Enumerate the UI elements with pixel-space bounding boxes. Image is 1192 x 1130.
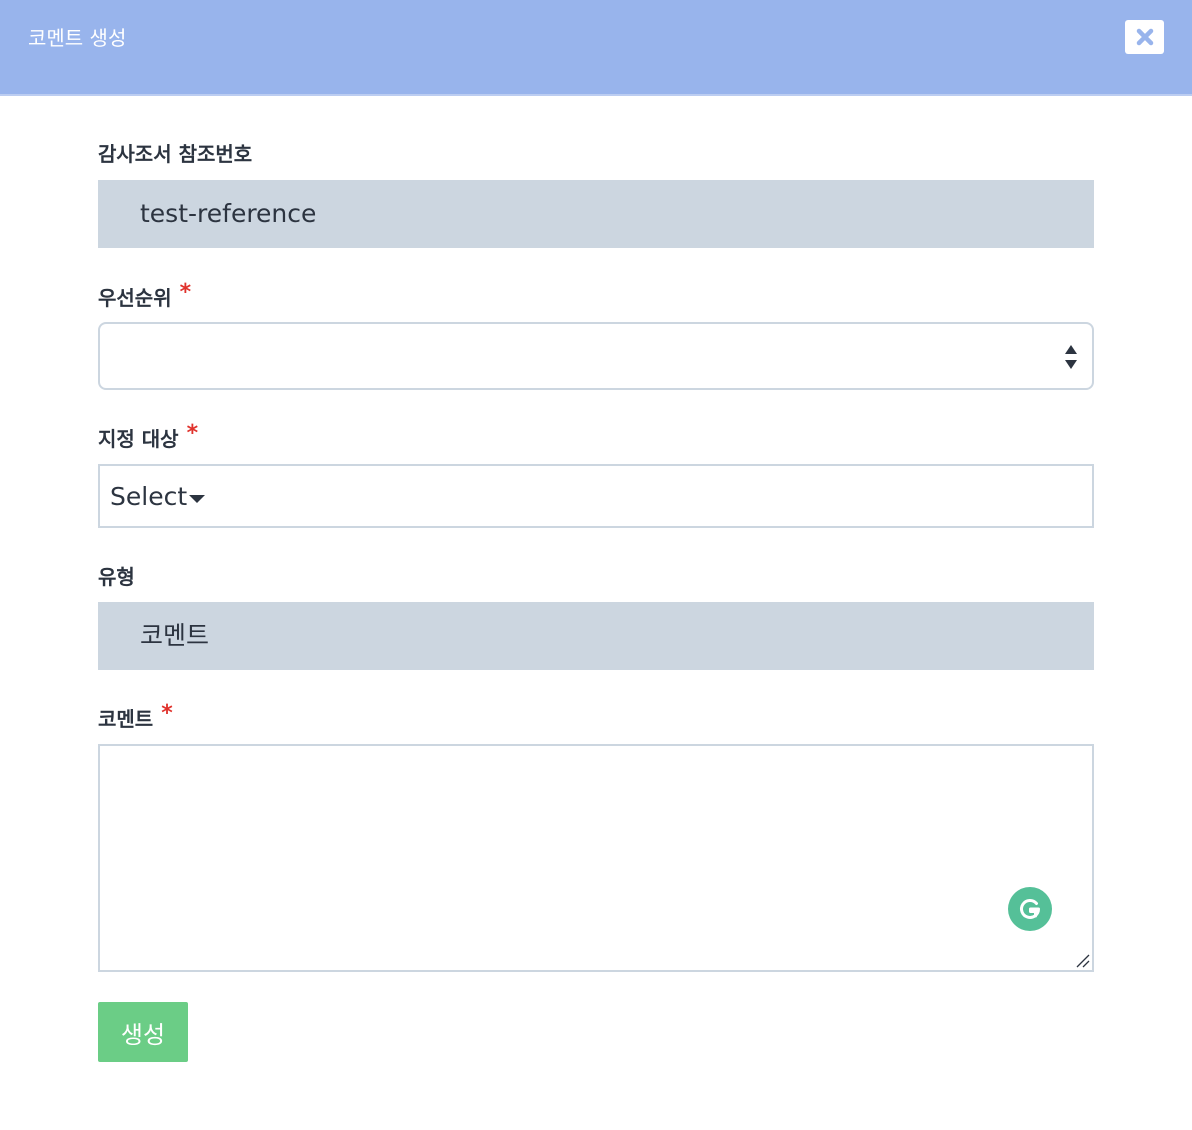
create-comment-modal: 코멘트 생성 감사조서 참조번호 test-reference 우선순위 * 지정…	[0, 0, 1192, 1130]
assignee-label: 지정 대상 *	[98, 421, 199, 452]
close-button[interactable]	[1125, 20, 1164, 54]
type-field: 코멘트	[98, 602, 1094, 670]
type-label: 유형	[98, 561, 135, 590]
priority-label-text: 우선순위	[98, 286, 172, 310]
comment-label: 코멘트 *	[98, 701, 173, 732]
assignee-dropdown-value: Select	[110, 482, 188, 511]
reference-label-text: 감사조서 참조번호	[98, 142, 253, 166]
grammarly-icon[interactable]	[1008, 887, 1052, 931]
reference-field: test-reference	[98, 180, 1094, 248]
modal-title: 코멘트 생성	[28, 26, 127, 50]
assignee-dropdown[interactable]: Select	[98, 464, 1094, 528]
required-mark: *	[179, 280, 192, 305]
caret-down-icon	[189, 495, 205, 503]
priority-label: 우선순위 *	[98, 280, 192, 311]
create-button[interactable]: 생성	[98, 1002, 188, 1062]
assignee-label-text: 지정 대상	[98, 427, 179, 451]
comment-textarea[interactable]	[98, 744, 1094, 972]
required-mark: *	[161, 701, 173, 726]
type-label-text: 유형	[98, 565, 135, 589]
resize-handle-icon[interactable]	[1074, 952, 1090, 968]
modal-header: 코멘트 생성	[0, 0, 1192, 96]
comment-label-text: 코멘트	[98, 707, 154, 731]
reference-label: 감사조서 참조번호	[98, 138, 252, 167]
close-icon	[1136, 28, 1153, 46]
required-mark: *	[186, 421, 199, 446]
sort-arrows-icon	[1065, 345, 1077, 369]
priority-select[interactable]	[98, 322, 1094, 390]
